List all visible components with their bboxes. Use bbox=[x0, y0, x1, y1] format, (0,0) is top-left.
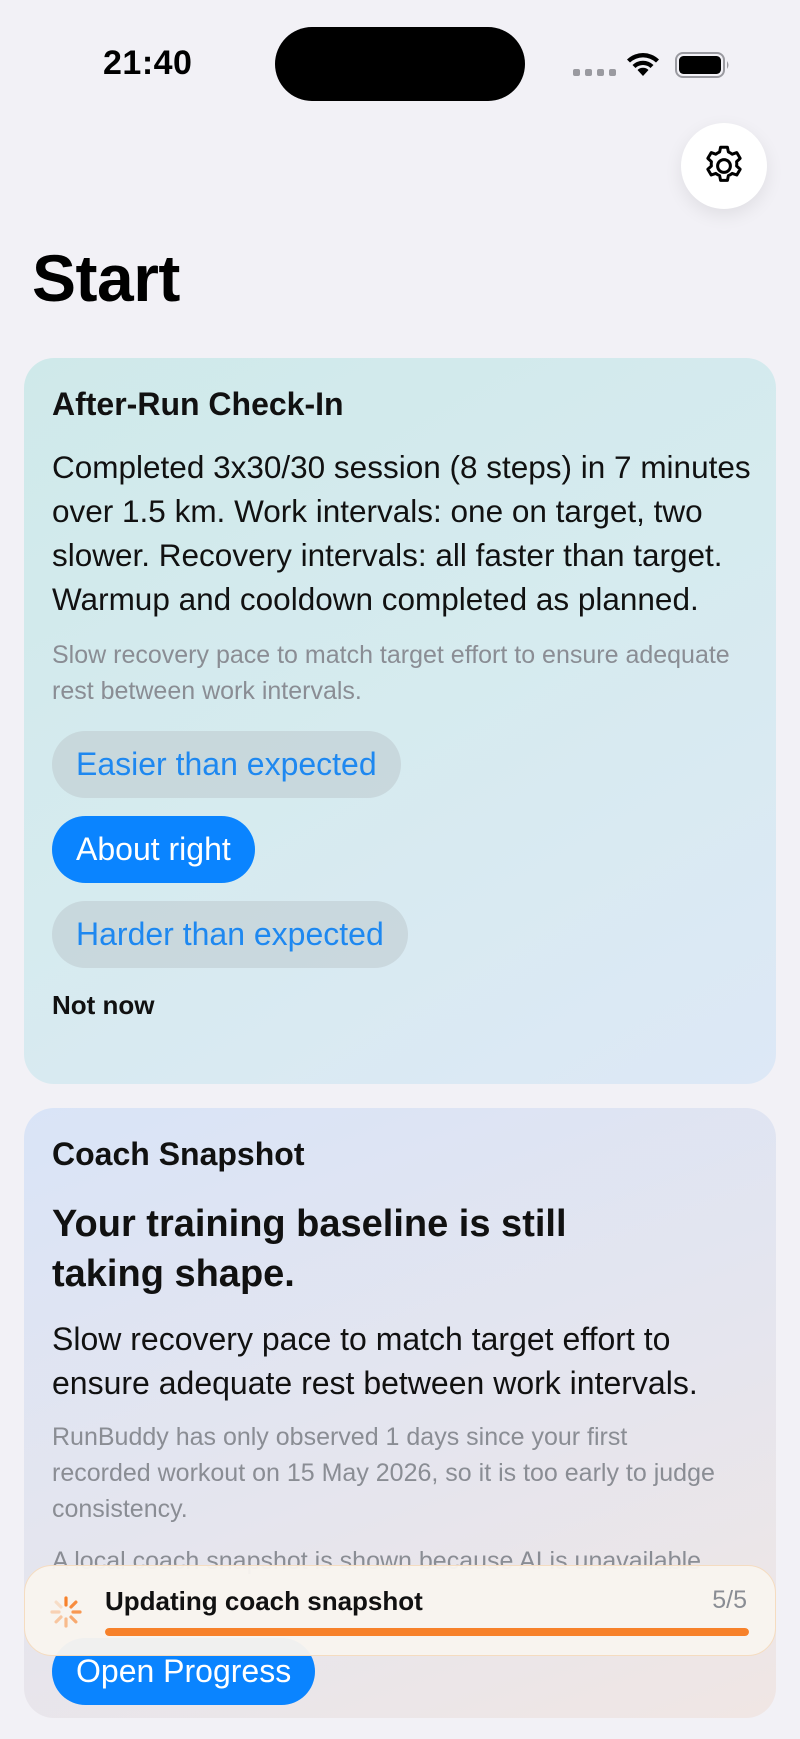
status-time: 21:40 bbox=[103, 44, 193, 82]
snapshot-body: Slow recovery pace to match target effor… bbox=[52, 1321, 698, 1401]
page-title: Start bbox=[32, 241, 180, 315]
not-now-button[interactable]: Not now bbox=[52, 990, 748, 1021]
cellular-signal-icon bbox=[573, 69, 616, 76]
harder-than-expected-button[interactable]: Harder than expected bbox=[52, 901, 408, 968]
update-status-label: Updating coach snapshot bbox=[105, 1586, 423, 1616]
easier-than-expected-button[interactable]: Easier than expected bbox=[52, 731, 401, 798]
checkin-heading: After-Run Check-In bbox=[52, 386, 344, 422]
about-right-button[interactable]: About right bbox=[52, 816, 255, 883]
spinner-icon bbox=[50, 1596, 82, 1628]
snapshot-heading: Coach Snapshot bbox=[52, 1136, 305, 1172]
checkin-summary: Completed 3x30/30 session (8 steps) in 7… bbox=[52, 449, 751, 617]
settings-button[interactable] bbox=[681, 123, 767, 209]
after-run-checkin-card: After-Run Check-In Completed 3x30/30 ses… bbox=[24, 358, 776, 1084]
update-step-count: 5/5 bbox=[712, 1586, 747, 1614]
wifi-icon bbox=[627, 53, 659, 76]
update-progress-fill bbox=[105, 1628, 749, 1636]
status-bar: 21:40 bbox=[0, 0, 800, 130]
gear-icon bbox=[706, 145, 742, 182]
snapshot-note: RunBuddy has only observed 1 days since … bbox=[52, 1423, 715, 1523]
battery-icon bbox=[675, 52, 729, 78]
dynamic-island bbox=[275, 27, 525, 101]
checkin-hint: Slow recovery pace to match target effor… bbox=[52, 641, 730, 705]
update-progress-bar bbox=[105, 1628, 749, 1636]
updating-snapshot-toast: Updating coach snapshot 5/5 bbox=[24, 1565, 776, 1656]
snapshot-headline: Your training baseline is still taking s… bbox=[52, 1203, 567, 1295]
